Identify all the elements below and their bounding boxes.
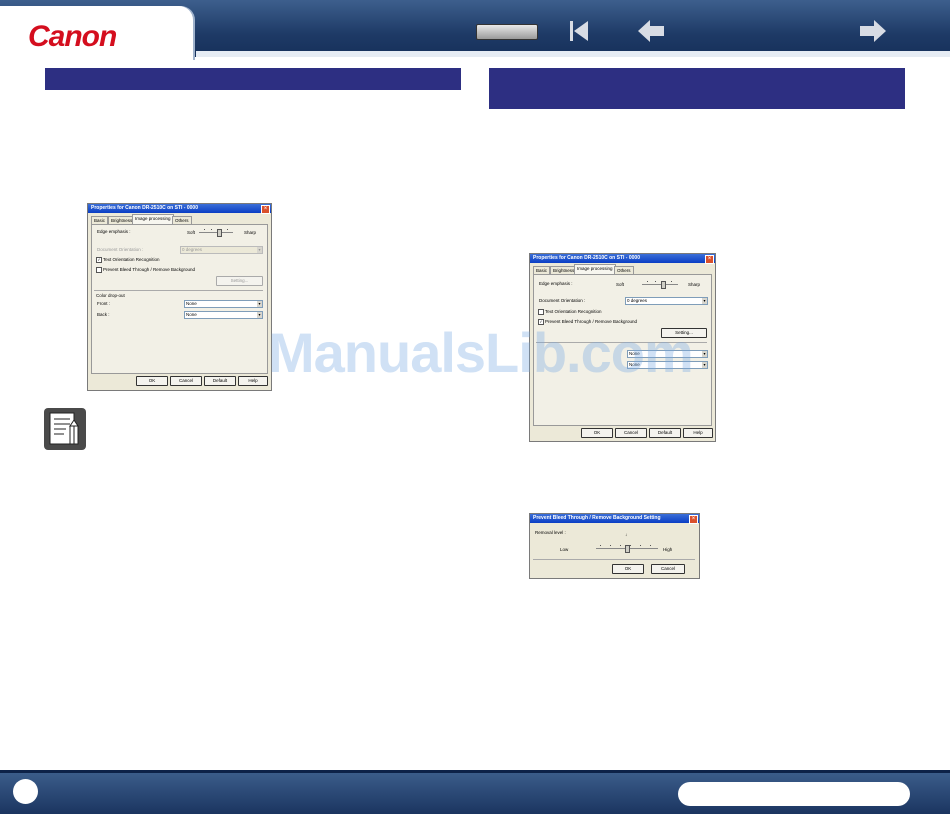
back-arrow-icon[interactable] [636, 17, 666, 45]
watermark: ManualsLib.com [268, 321, 694, 384]
forward-arrow-icon[interactable] [858, 17, 888, 45]
dialog-title: Properties for Canon DR-2510C on STI - 0… [530, 254, 715, 263]
header-strip [196, 51, 950, 57]
ok-button[interactable]: OK [136, 376, 168, 386]
soft-label: Soft [616, 282, 625, 287]
first-page-icon[interactable] [566, 17, 596, 45]
chevron-down-icon: ▾ [257, 312, 262, 318]
footer-line [0, 770, 950, 773]
text-orientation-checkbox[interactable]: ✓ [96, 257, 102, 263]
setting-button[interactable]: Setting... [216, 276, 263, 286]
divider [94, 290, 263, 291]
soft-label: Soft [187, 230, 196, 235]
down-arrow-icon: ↓ [625, 532, 628, 537]
canon-logo: Canon [28, 20, 117, 53]
low-label: Low [560, 547, 569, 552]
sharp-label: Sharp [688, 282, 701, 287]
cancel-button[interactable]: Cancel [651, 564, 685, 574]
close-icon[interactable]: × [705, 255, 714, 264]
back-dropout-select[interactable]: None ▾ [184, 311, 263, 319]
color-dropout-label: Color drop-out [96, 293, 125, 298]
chevron-down-icon: ▾ [257, 301, 262, 307]
logo-tab: Canon [0, 6, 193, 60]
bleed-through-setting-dialog: Prevent Bleed Through / Remove Backgroun… [529, 513, 700, 579]
sharp-label: Sharp [244, 230, 257, 235]
dialog-title: Properties for Canon DR-2510C on STI - 0… [88, 204, 271, 213]
note-icon [44, 408, 86, 450]
chevron-down-icon: ▾ [702, 351, 707, 357]
edge-emphasis-label: Edge emphasis : [539, 281, 573, 286]
section-bar-right [489, 68, 905, 109]
nav-box[interactable] [476, 24, 538, 40]
back-label: Back : [97, 312, 110, 317]
close-icon[interactable]: × [261, 205, 270, 214]
front-dropout-select[interactable]: None ▾ [184, 300, 263, 308]
high-label: High [663, 547, 673, 552]
help-button[interactable]: Help [683, 428, 713, 438]
text-orientation-label: Text Orientation Recognition [103, 257, 160, 262]
chevron-down-icon: ▾ [702, 298, 707, 304]
page-number-circle [13, 779, 38, 804]
front-label: Front : [97, 301, 111, 306]
doc-orientation-select[interactable]: 0 degrees ▾ [180, 246, 263, 254]
edge-emphasis-slider[interactable] [199, 229, 233, 237]
doc-orientation-label: Document Orientation : [539, 298, 586, 303]
cancel-button[interactable]: Cancel [170, 376, 202, 386]
default-button[interactable]: Default [649, 428, 681, 438]
properties-dialog-1: Properties for Canon DR-2510C on STI - 0… [87, 203, 272, 391]
doc-orientation-select[interactable]: 0 degrees ▾ [625, 297, 708, 305]
footer-pill[interactable] [678, 782, 910, 806]
dialog-title: Prevent Bleed Through / Remove Backgroun… [530, 514, 699, 523]
section-bar-left [45, 68, 461, 90]
ok-button[interactable]: OK [581, 428, 613, 438]
edge-emphasis-slider[interactable] [642, 281, 678, 289]
divider [533, 559, 695, 560]
text-orientation-checkbox[interactable] [538, 309, 544, 315]
edge-emphasis-label: Edge emphasis : [97, 229, 131, 234]
text-orientation-label: Text Orientation Recognition [545, 309, 602, 314]
prevent-bleed-checkbox[interactable] [96, 267, 102, 273]
removal-level-label: Removal level : [535, 530, 566, 535]
chevron-down-icon: ▾ [702, 362, 707, 368]
prevent-bleed-label: Prevent Bleed Through / Remove Backgroun… [103, 267, 195, 272]
chevron-down-icon: ▾ [257, 247, 262, 253]
doc-orientation-label: Document Orientation : [97, 247, 144, 252]
cancel-button[interactable]: Cancel [615, 428, 647, 438]
close-icon[interactable]: × [689, 515, 698, 524]
ok-button[interactable]: OK [612, 564, 644, 574]
removal-level-slider[interactable] [596, 545, 658, 553]
help-button[interactable]: Help [238, 376, 268, 386]
default-button[interactable]: Default [204, 376, 236, 386]
